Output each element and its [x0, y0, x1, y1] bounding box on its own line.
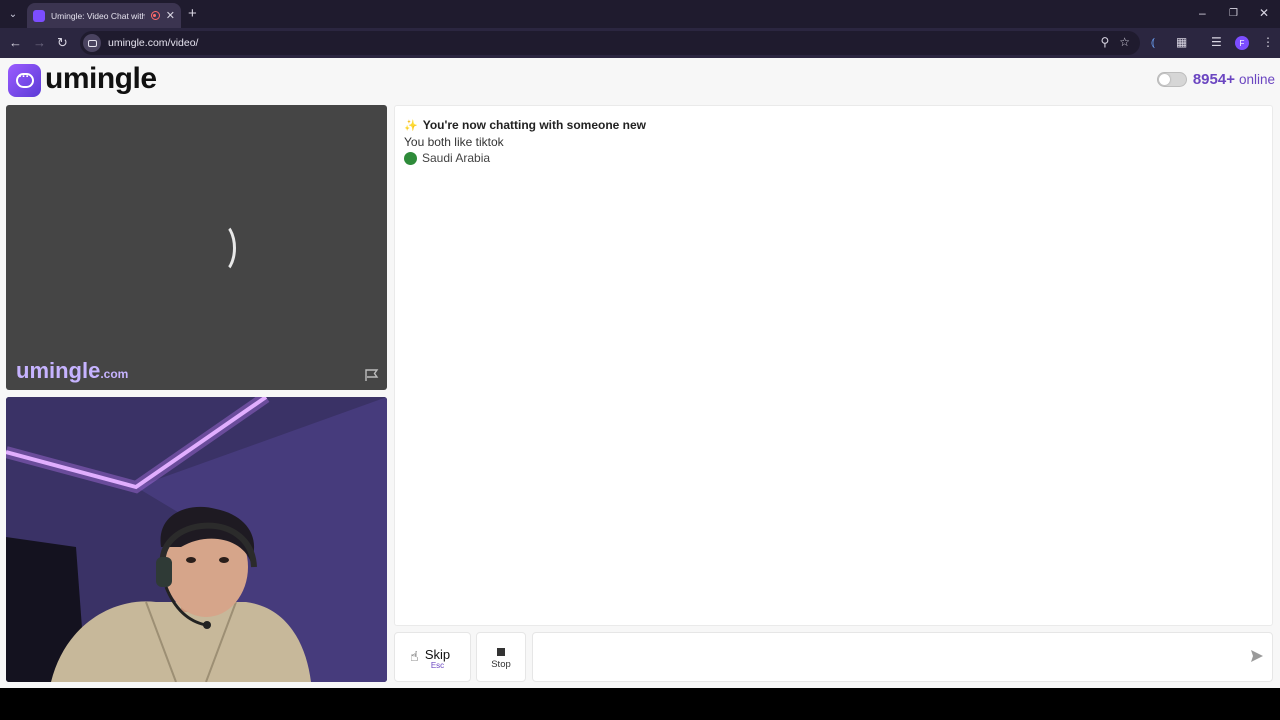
- sparkle-icon: ✨: [404, 120, 418, 132]
- umingle-favicon-icon: [33, 9, 45, 22]
- online-status: 8954+ online: [1156, 71, 1275, 88]
- back-arrow-icon[interactable]: ←: [9, 35, 22, 50]
- watermark-suffix: .com: [100, 367, 129, 381]
- new-tab-icon[interactable]: +: [188, 5, 197, 23]
- chat-status-line: ✨ You're now chatting with someone new: [404, 118, 646, 132]
- zoom-icon[interactable]: ⚲: [1100, 35, 1109, 49]
- restore-icon[interactable]: ❐: [1229, 8, 1238, 19]
- skip-label: Skip: [424, 647, 451, 662]
- extension-icon[interactable]: ⦅: [1151, 35, 1155, 50]
- report-flag-icon[interactable]: [365, 369, 379, 382]
- site-info-icon[interactable]: [83, 34, 101, 52]
- profile-avatar[interactable]: F: [1235, 36, 1249, 50]
- country-name: Saudi Arabia: [422, 151, 491, 165]
- browser-tabbar: ⌄ Umingle: Video Chat with Strangers ✕ +…: [0, 0, 1280, 28]
- tab-close-icon[interactable]: ✕: [166, 9, 175, 22]
- extensions-puzzle-icon[interactable]: ▦: [1176, 35, 1187, 49]
- window-close-icon[interactable]: ✕: [1259, 6, 1269, 20]
- tab-list-chevron-icon[interactable]: ⌄: [4, 5, 22, 23]
- theme-toggle[interactable]: [1156, 72, 1187, 87]
- hand-cursor-icon: ☝: [410, 648, 419, 664]
- bookmark-star-icon[interactable]: ☆: [1119, 35, 1130, 49]
- umingle-logo-icon[interactable]: [8, 64, 41, 97]
- skip-button[interactable]: Skip Esc: [394, 632, 471, 682]
- logo-text[interactable]: umingle: [45, 62, 157, 96]
- online-label: online: [1238, 72, 1275, 87]
- browser-tab-active[interactable]: Umingle: Video Chat with Strangers ✕: [27, 3, 181, 28]
- send-icon[interactable]: [1250, 649, 1264, 663]
- stop-button[interactable]: Stop: [476, 632, 526, 682]
- page: umingle 8954+ online umingle.com: [0, 58, 1280, 688]
- url-text[interactable]: umingle.com/video/: [108, 37, 198, 49]
- common-interest-text: You both like tiktok: [404, 135, 504, 149]
- browser-toolbar: ← → ↻ umingle.com/video/ ⚲ ☆ ⦅ ▦ ☰ ⋮: [0, 28, 1280, 58]
- tab-title: Umingle: Video Chat with Strangers: [51, 10, 145, 21]
- chat-status-text: You're now chatting with someone new: [422, 118, 647, 132]
- watermark-main: umingle: [16, 358, 101, 383]
- forward-arrow-icon[interactable]: →: [33, 35, 46, 50]
- video-watermark: umingle.com: [16, 358, 128, 384]
- address-bar[interactable]: umingle.com/video/ ⚲ ☆: [80, 31, 1140, 55]
- skip-shortcut: Esc: [430, 661, 445, 670]
- stop-label: Stop: [491, 659, 511, 670]
- message-input[interactable]: [532, 632, 1273, 682]
- chat-log: ✨ You're now chatting with someone new Yo…: [394, 105, 1273, 626]
- bottom-black-bar: [0, 688, 1280, 720]
- recording-indicator-icon: [150, 11, 160, 20]
- online-count: 8954+: [1192, 71, 1235, 88]
- self-video: [6, 397, 387, 682]
- stranger-video: umingle.com: [6, 105, 387, 390]
- stranger-country: Saudi Arabia: [404, 151, 490, 165]
- webcam-feed-image: [6, 397, 387, 682]
- saudi-flag-icon: [404, 151, 417, 165]
- loading-spinner-icon: [206, 222, 236, 274]
- reload-icon[interactable]: ↻: [57, 35, 68, 51]
- stop-icon: [497, 648, 505, 656]
- media-control-icon[interactable]: ☰: [1211, 35, 1222, 49]
- minimize-icon[interactable]: –: [1199, 6, 1206, 20]
- browser-menu-icon[interactable]: ⋮: [1262, 35, 1274, 49]
